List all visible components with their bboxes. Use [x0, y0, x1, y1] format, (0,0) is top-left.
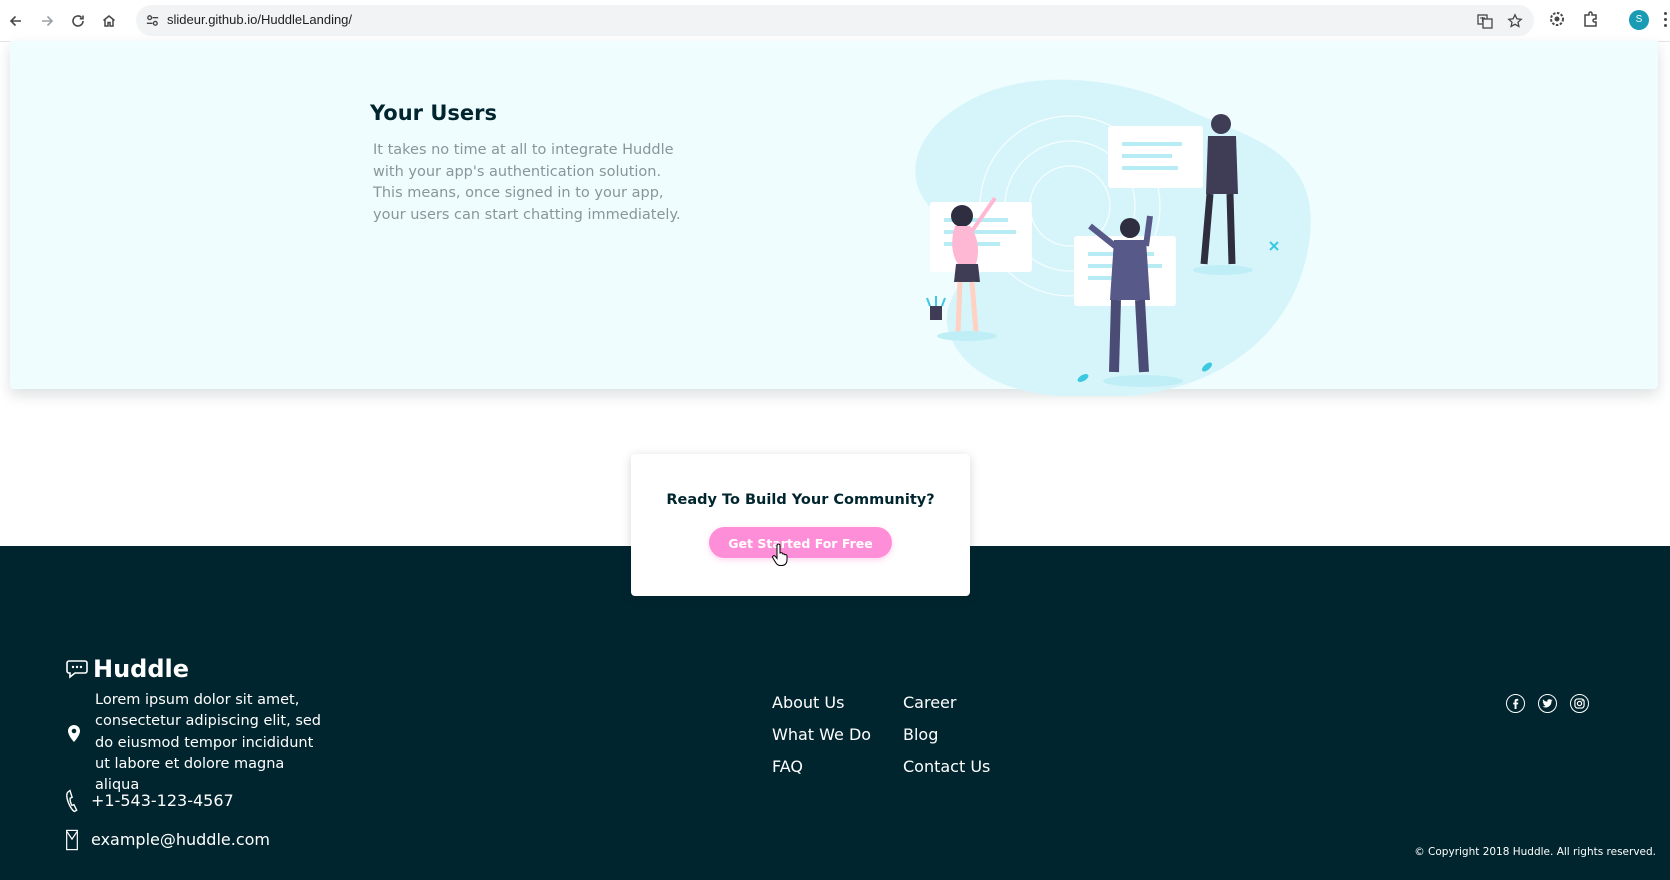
phone-number[interactable]: +1-543-123-4567 — [91, 789, 234, 813]
footer-link-contact[interactable]: Contact Us — [903, 755, 990, 778]
footer-link-blog[interactable]: Blog — [903, 723, 990, 746]
social-links — [1506, 694, 1589, 713]
facebook-icon[interactable] — [1506, 694, 1525, 713]
footer-link-career[interactable]: Career — [903, 691, 990, 714]
home-icon[interactable] — [97, 9, 121, 33]
forward-icon[interactable] — [35, 9, 59, 33]
feature-description: It takes no time at all to integrate Hud… — [373, 142, 681, 223]
copyright-text: © Copyright 2018 Huddle. All rights rese… — [1414, 846, 1656, 858]
reload-icon[interactable] — [66, 9, 90, 33]
email-icon — [66, 829, 78, 851]
feature-card-users: Your Users It takes no time at all to in… — [10, 41, 1658, 396]
footer-link-faq[interactable]: FAQ — [772, 755, 903, 778]
profile-avatar[interactable]: S — [1629, 10, 1649, 30]
footer-links: About Us Career What We Do Blog FAQ Cont… — [772, 691, 990, 778]
extension-puzzle-icon[interactable] — [1581, 9, 1601, 29]
hand-cursor-icon — [772, 543, 788, 566]
location-pin-icon — [68, 725, 80, 742]
url-text[interactable]: slideur.github.io/HuddleLanding/ — [167, 12, 352, 27]
browser-menu-icon[interactable] — [1664, 12, 1668, 28]
footer-link-about[interactable]: About Us — [772, 691, 903, 714]
phone-row: +1-543-123-4567 — [66, 789, 234, 813]
get-started-button[interactable]: Get Started For Free — [709, 527, 892, 558]
chat-bubble-logo-icon — [66, 660, 88, 679]
feature-title: Your Users — [370, 101, 497, 125]
cta-title: Ready To Build Your Community? — [666, 492, 935, 508]
email-row: example@huddle.com — [66, 828, 270, 852]
site-info-icon[interactable] — [145, 13, 160, 28]
address-text: Lorem ipsum dolor sit amet, consectetur … — [95, 692, 322, 794]
footer-link-what-we-do[interactable]: What We Do — [772, 723, 903, 746]
browser-toolbar: slideur.github.io/HuddleLanding/ S — [0, 0, 1670, 42]
translate-icon[interactable] — [1477, 13, 1493, 29]
phone-icon — [66, 789, 78, 813]
address-bar[interactable]: slideur.github.io/HuddleLanding/ — [136, 5, 1534, 36]
users-chatting-illustration — [915, 79, 1311, 396]
address-row: Lorem ipsum dolor sit amet, consectetur … — [66, 690, 325, 796]
extension-gear-icon[interactable] — [1547, 9, 1567, 29]
email-address[interactable]: example@huddle.com — [91, 828, 270, 852]
brand-name: Huddle — [93, 655, 190, 683]
bookmark-star-icon[interactable] — [1507, 13, 1523, 29]
footer-logo[interactable]: Huddle — [66, 655, 189, 683]
back-icon[interactable] — [4, 9, 28, 33]
twitter-icon[interactable] — [1538, 694, 1557, 713]
cta-card: Ready To Build Your Community? Get Start… — [631, 454, 970, 596]
instagram-icon[interactable] — [1570, 694, 1589, 713]
